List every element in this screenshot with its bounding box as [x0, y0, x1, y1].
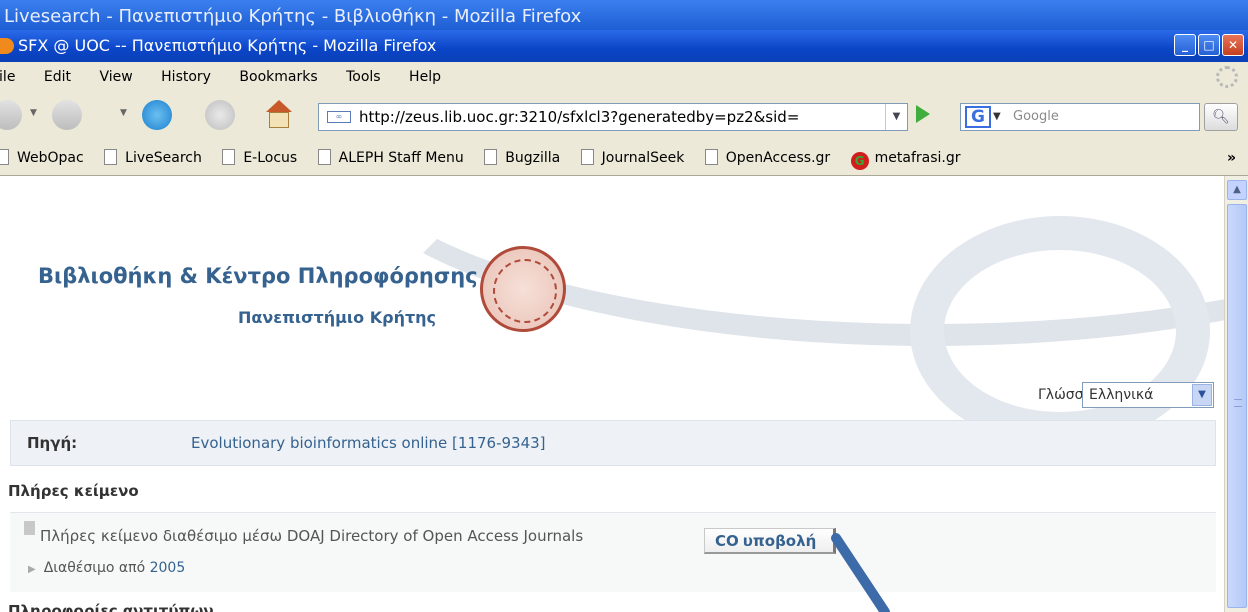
page-icon — [317, 149, 331, 165]
bookmark-metafrasi[interactable]: Gmetafrasi.gr — [850, 140, 961, 176]
page-icon — [580, 149, 594, 165]
reload-button[interactable] — [142, 100, 172, 130]
activity-throbber-icon — [1216, 66, 1238, 88]
title-bar: SFX @ UOC -- Πανεπιστήμιο Κρήτης - Mozil… — [0, 30, 1248, 62]
metafrasi-icon: G — [850, 152, 869, 170]
library-title: Βιβλιοθήκη & Κέντρο Πληροφόρησης — [38, 264, 478, 288]
window-title: SFX @ UOC -- Πανεπιστήμιο Κρήτης - Mozil… — [18, 36, 437, 55]
fulltext-description: Πλήρες κείμενο διαθέσιμο μέσω DOAJ Direc… — [40, 527, 584, 545]
navigation-toolbar: ▼ ▼ ∞ http://zeus.lib.uoc.gr:3210/sfxlcl… — [0, 92, 1248, 140]
bookmark-bugzilla[interactable]: Bugzilla — [484, 140, 560, 176]
go-button[interactable] — [916, 105, 930, 123]
scroll-thumb[interactable] — [1227, 204, 1247, 608]
university-title: Πανεπιστήμιο Κρήτης — [238, 308, 437, 327]
menu-bookmarks[interactable]: Bookmarks — [239, 69, 317, 85]
page-icon — [0, 149, 9, 165]
expand-triangle-icon[interactable]: ▶ — [28, 564, 36, 575]
bookmark-openaccess[interactable]: OpenAccess.gr — [704, 140, 830, 176]
source-label: Πηγή: — [27, 434, 78, 452]
stop-button[interactable] — [205, 100, 235, 130]
site-favicon-icon: ∞ — [327, 111, 351, 123]
holdings-heading: Πληροφορίες αντιτύπων — [8, 602, 214, 612]
scroll-up-icon[interactable]: ▲ — [1227, 180, 1247, 200]
available-year-link[interactable]: 2005 — [150, 560, 186, 576]
menu-help[interactable]: Help — [409, 69, 441, 85]
close-button[interactable]: ✕ — [1222, 34, 1244, 56]
menu-bar: File Edit View History Bookmarks Tools H… — [0, 62, 1248, 92]
page-icon — [104, 149, 118, 165]
language-select[interactable]: Ελληνικά ▼ — [1082, 382, 1214, 408]
back-dropdown-icon[interactable]: ▼ — [30, 108, 37, 118]
chevron-down-icon[interactable]: ▼ — [1192, 384, 1212, 406]
bookmark-livesearch[interactable]: LiveSearch — [104, 140, 202, 176]
maximize-button[interactable]: □ — [1198, 34, 1220, 56]
bookmark-aleph[interactable]: ALEPH Staff Menu — [317, 140, 464, 176]
firefox-icon — [0, 38, 14, 54]
background-window-title: Livesearch - Πανεπιστήμιο Κρήτης - Βιβλι… — [0, 0, 1248, 30]
availability: ▶ Διαθέσιμο από 2005 — [28, 560, 185, 576]
address-bar[interactable]: ∞ http://zeus.lib.uoc.gr:3210/sfxlcl3?ge… — [318, 103, 908, 131]
google-engine-icon[interactable]: G — [965, 106, 991, 128]
document-icon — [24, 521, 35, 535]
header-ring-decoration — [910, 216, 1210, 446]
back-button[interactable] — [0, 100, 22, 130]
menu-tools[interactable]: Tools — [346, 69, 381, 85]
forward-button[interactable] — [52, 100, 82, 130]
fulltext-row: Πλήρες κείμενο διαθέσιμο μέσω DOAJ Direc… — [10, 512, 1216, 592]
submit-button[interactable]: CO υποβολή — [704, 528, 836, 554]
menu-history[interactable]: History — [161, 69, 211, 85]
search-box[interactable]: G ▼ Google — [960, 103, 1200, 131]
vertical-scrollbar[interactable]: ▲ — [1224, 176, 1248, 612]
menu-file[interactable]: File — [0, 69, 15, 85]
page-icon — [704, 149, 718, 165]
source-row: Πηγή: Evolutionary bioinformatics online… — [10, 420, 1216, 466]
bookmarks-toolbar: WebOpac LiveSearch E-Locus ALEPH Staff M… — [0, 140, 1248, 176]
forward-dropdown-icon[interactable]: ▼ — [120, 108, 127, 118]
submit-label: υποβολή — [742, 532, 817, 550]
fulltext-heading: Πλήρες κείμενο — [8, 482, 139, 500]
language-value: Ελληνικά — [1089, 387, 1154, 403]
url-text: http://zeus.lib.uoc.gr:3210/sfxlcl3?gene… — [359, 108, 800, 126]
engine-dropdown-icon[interactable]: ▼ — [993, 104, 1001, 130]
university-seal-logo — [480, 246, 566, 332]
search-button[interactable]: 🔍︎ — [1204, 103, 1238, 131]
page-icon — [484, 149, 498, 165]
minimize-button[interactable]: _ — [1174, 34, 1196, 56]
link-icon: CO — [715, 532, 739, 550]
available-from-label: Διαθέσιμο από — [43, 560, 146, 576]
url-history-dropdown-icon[interactable]: ▼ — [885, 104, 907, 130]
bookmark-journalseek[interactable]: JournalSeek — [580, 140, 684, 176]
page-content: Βιβλιοθήκη & Κέντρο Πληροφόρησης Πανεπισ… — [0, 176, 1224, 612]
menu-edit[interactable]: Edit — [44, 69, 71, 85]
bookmark-webopac[interactable]: WebOpac — [0, 140, 84, 176]
home-button[interactable] — [264, 100, 294, 128]
page-icon — [222, 149, 236, 165]
bookmarks-overflow-button[interactable]: » — [1227, 140, 1236, 176]
search-placeholder: Google — [1013, 109, 1059, 124]
bookmark-elocus[interactable]: E-Locus — [222, 140, 297, 176]
source-value: Evolutionary bioinformatics online [1176… — [191, 434, 546, 452]
menu-view[interactable]: View — [99, 69, 132, 85]
scroll-grip-icon — [1234, 399, 1242, 407]
